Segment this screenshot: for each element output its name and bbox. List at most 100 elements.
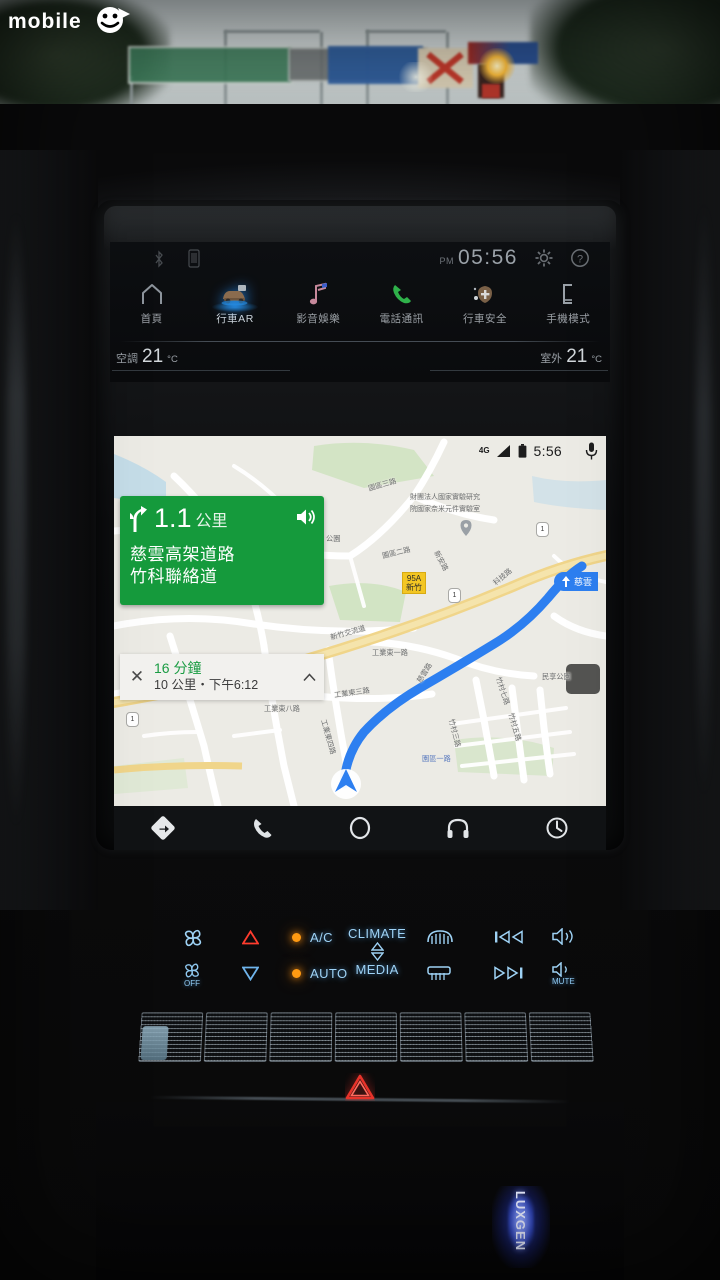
previous-track-icon: [495, 930, 523, 944]
cabin-chip-underline: [112, 370, 290, 371]
map-direction-badge[interactable]: 慈雲: [554, 572, 599, 591]
exit-number: 95A: [406, 574, 422, 583]
mute-button[interactable]: MUTE: [552, 962, 575, 986]
safety-icon: [470, 280, 500, 308]
previous-track-button[interactable]: [494, 930, 524, 944]
dash-top-curve: [0, 104, 720, 214]
grille-segment: [334, 1012, 398, 1062]
microphone-icon[interactable]: [585, 442, 598, 460]
head-unit-status-bar: PM 05:56 ?: [110, 242, 610, 278]
menu-item-media[interactable]: 影音娛樂: [277, 278, 360, 340]
eta-duration: 16 分鐘: [154, 660, 202, 677]
media-label: MEDIA: [355, 962, 399, 977]
direction-badge-label: 慈雲: [574, 577, 593, 587]
eta-bar[interactable]: ✕ 16 分鐘 10 公里・下午6:12: [120, 654, 324, 700]
ac-button[interactable]: A/C: [292, 930, 333, 945]
temp-up-button[interactable]: [242, 930, 259, 945]
eta-text-group: 16 分鐘 10 公里・下午6:12: [154, 660, 294, 693]
guidance-road-primary: 慈雲高架道路: [130, 545, 235, 564]
nav-button-phone[interactable]: [212, 816, 310, 840]
music-note-icon: [303, 280, 333, 308]
volume-on-icon[interactable]: [296, 508, 316, 526]
menu-item-safety[interactable]: 行車安全: [443, 278, 526, 340]
auto-button[interactable]: AUTO: [292, 966, 347, 981]
nav-button-home[interactable]: [311, 815, 409, 841]
map-road-label-9: 民享公園: [542, 672, 571, 681]
auto-led: [292, 969, 301, 978]
temp-down-button[interactable]: [242, 966, 259, 981]
grille-segment: [528, 1012, 594, 1062]
nav-button-navigation[interactable]: [114, 815, 212, 841]
menu-label-phone-mode: 手機模式: [546, 313, 591, 325]
map-road-label-6: 工業東一路: [372, 648, 408, 657]
cabin-temp-unit: °C: [167, 354, 178, 365]
battery-icon: [518, 444, 526, 458]
auto-label: AUTO: [310, 966, 348, 981]
svg-text:mobile: mobile: [8, 10, 82, 33]
street-lamp-glow-secondary: [396, 62, 436, 92]
volume-up-icon: [552, 928, 573, 945]
chevron-up-icon[interactable]: [294, 672, 324, 682]
nav-button-media[interactable]: [409, 816, 507, 840]
map-canvas[interactable]: 財團法人國家實驗研究 院國家奈米元件實驗室 95A 新竹 1 1 1 慈雲 園區…: [114, 436, 606, 806]
street-lamp-glow: [478, 48, 516, 84]
triangle-up-icon[interactable]: [370, 942, 384, 951]
cabin-temp-value: 21: [142, 346, 164, 367]
nav-button-recents[interactable]: [508, 816, 606, 840]
fan-off-button[interactable]: OFF: [182, 962, 202, 988]
menu-item-phone[interactable]: 電話通訊: [360, 278, 443, 340]
hazard-triangle-icon: [345, 1074, 375, 1100]
triangle-up-red-icon: [242, 930, 259, 945]
exit-place: 新竹: [406, 583, 422, 593]
cupholder-brand-text: LUXGEN: [513, 1190, 529, 1252]
speaker-grille: [138, 1012, 594, 1062]
network-type: 4G: [478, 446, 490, 455]
android-auto-status-bar: 4G 5:56: [479, 442, 598, 460]
cabin-temperature[interactable]: 空調 21 °C: [116, 346, 178, 368]
menu-label-home: 首頁: [140, 313, 163, 325]
menu-item-drive-ar[interactable]: 行車AR: [193, 278, 276, 340]
fan-icon: [184, 929, 202, 947]
map-highway-shield-3: 1: [126, 712, 139, 727]
phone-connected-icon: [188, 249, 200, 268]
map-poi-marker[interactable]: [460, 520, 472, 536]
rear-defrost-button[interactable]: [426, 928, 454, 947]
triangle-down-blue-icon: [242, 966, 259, 981]
menu-divider: [120, 341, 600, 342]
guidance-road-secondary: 竹科聯絡道: [130, 567, 218, 587]
grille-segment: [464, 1012, 529, 1062]
climate-media-toggle[interactable]: CLIMATE MEDIA: [348, 926, 406, 977]
volume-up-button[interactable]: [552, 928, 578, 945]
outside-temp-value: 21: [566, 346, 588, 367]
head-unit-panel: PM 05:56 ? 首頁 行車AR 影音娛樂 電話通訊 行車安全 手機模式 空…: [110, 242, 610, 382]
car-ar-icon: [220, 280, 250, 308]
menu-item-phone-mode[interactable]: 手機模式: [527, 278, 610, 340]
outside-chip-underline: [430, 370, 608, 371]
map-poi-label-2: 院國家奈米元件實驗室: [410, 506, 480, 513]
fan-speed-up-button[interactable]: [182, 928, 204, 948]
gear-icon[interactable]: [534, 248, 554, 268]
signal-bars-icon: [496, 445, 510, 457]
help-icon[interactable]: ?: [570, 248, 590, 268]
map-poi-label-1: 財團法人國家實驗研究: [410, 494, 480, 501]
bluetooth-icon: [155, 250, 163, 268]
map-highway-shield-2: 1: [536, 522, 549, 537]
hazard-button[interactable]: [344, 1072, 376, 1102]
menu-item-home[interactable]: 首頁: [110, 278, 193, 340]
head-unit-main-menu: 首頁 行車AR 影音娛樂 電話通訊 行車安全 手機模式: [110, 278, 610, 340]
next-track-button[interactable]: [494, 966, 524, 980]
guidance-distance-unit: 公里: [195, 512, 228, 530]
menu-label-safety: 行車安全: [462, 313, 507, 325]
phone-mode-icon: [553, 280, 583, 308]
map-exit-marker[interactable]: 95A 新竹: [402, 572, 426, 595]
front-defrost-button[interactable]: [426, 964, 452, 982]
mobile01-watermark: mobile: [8, 7, 130, 33]
grille-knob[interactable]: [140, 1026, 169, 1060]
ac-label: A/C: [310, 930, 333, 945]
outside-temperature[interactable]: 室外 21 °C: [540, 346, 602, 368]
navigation-guidance-card[interactable]: 1.1 公里 慈雲高架道路 竹科聯絡道: [120, 496, 324, 605]
fan-off-icon: [185, 963, 199, 978]
console-highlight-left: [6, 210, 26, 830]
close-icon[interactable]: ✕: [120, 667, 154, 687]
triangle-down-icon[interactable]: [370, 952, 384, 961]
